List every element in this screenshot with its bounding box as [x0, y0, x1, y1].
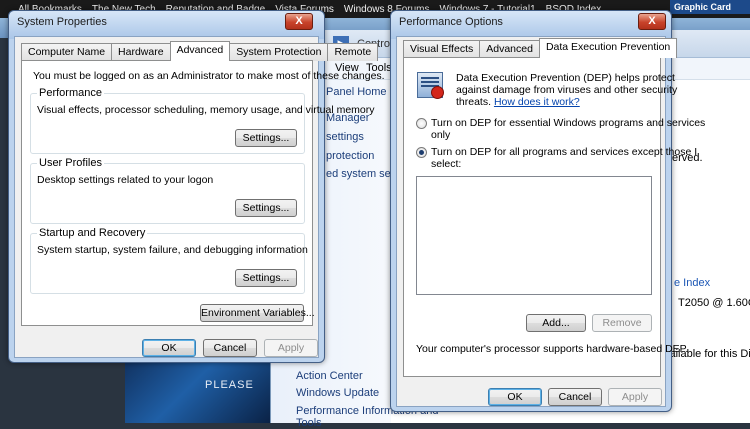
- close-icon[interactable]: X: [285, 13, 313, 30]
- tab-strip: Visual Effects Advanced Data Execution P…: [403, 38, 678, 58]
- sidebar-link-action-center[interactable]: Action Center: [296, 370, 363, 382]
- ok-button[interactable]: OK: [142, 339, 196, 357]
- how-does-it-work-link[interactable]: How does it work?: [494, 96, 580, 108]
- experience-index-link[interactable]: e Index: [674, 277, 710, 289]
- tab-computer-name[interactable]: Computer Name: [21, 43, 113, 61]
- title-bar[interactable]: Performance Options X: [391, 11, 671, 39]
- user-profiles-desc: Desktop settings related to your logon: [37, 174, 214, 186]
- tab-remote[interactable]: Remote: [327, 43, 379, 61]
- dialog-title: Performance Options: [399, 16, 503, 28]
- dep-essential-label[interactable]: Turn on DEP for essential Windows progra…: [431, 117, 705, 129]
- desktop-banner-image: PLEASE: [125, 355, 270, 423]
- cancel-button[interactable]: Cancel: [203, 339, 257, 357]
- tab-advanced[interactable]: Advanced: [169, 41, 231, 61]
- sidebar-link-system-protection[interactable]: protection: [326, 150, 374, 162]
- sidebar-link-remote-settings[interactable]: settings: [326, 131, 364, 143]
- remove-button[interactable]: Remove: [592, 314, 652, 332]
- dep-essential-radio[interactable]: [416, 118, 427, 129]
- performance-label: Performance: [37, 87, 104, 99]
- dep-all-programs-label[interactable]: select:: [431, 158, 461, 170]
- cancel-button[interactable]: Cancel: [548, 388, 602, 406]
- processor-text: T2050 @ 1.60GHz: [678, 297, 750, 309]
- startup-recovery-label: Startup and Recovery: [37, 227, 148, 239]
- system-properties-dialog: System Properties X Computer Name Hardwa…: [8, 10, 385, 363]
- ok-button[interactable]: OK: [488, 388, 542, 406]
- dep-shield-icon: [417, 72, 444, 99]
- startup-recovery-desc: System startup, system failure, and debu…: [37, 244, 308, 256]
- sidebar-link-home[interactable]: Panel Home: [326, 86, 387, 98]
- dep-exceptions-list[interactable]: [416, 176, 652, 295]
- tab-data-execution-prevention[interactable]: Data Execution Prevention: [538, 38, 678, 58]
- dep-all-programs-radio[interactable]: [416, 147, 427, 158]
- dialog-title: System Properties: [17, 16, 107, 28]
- close-icon[interactable]: X: [638, 13, 666, 30]
- dep-tab-panel: Data Execution Prevention (DEP) helps pr…: [403, 57, 705, 377]
- dep-description-end: threats.: [456, 96, 492, 108]
- advanced-tab-panel: You must be logged on as an Administrato…: [21, 60, 385, 326]
- dialog-client: Visual Effects Advanced Data Execution P…: [396, 36, 705, 407]
- dep-support-note: Your computer's processor supports hardw…: [416, 343, 689, 355]
- tab-system-protection[interactable]: System Protection: [229, 43, 329, 61]
- dep-description-line: Data Execution Prevention (DEP) helps pr…: [456, 72, 675, 84]
- admin-note: You must be logged on as an Administrato…: [33, 70, 385, 82]
- graphic-card-tab[interactable]: Graphic Card: [670, 0, 750, 14]
- add-button[interactable]: Add...: [526, 314, 586, 332]
- environment-variables-button[interactable]: Environment Variables...: [200, 304, 315, 322]
- sidebar-link-windows-update[interactable]: Windows Update: [296, 387, 379, 399]
- performance-options-dialog: Performance Options X Visual Effects Adv…: [390, 10, 705, 412]
- sidebar-link-tools[interactable]: Tools: [296, 417, 322, 429]
- user-profiles-group: User Profiles Desktop settings related t…: [30, 157, 305, 224]
- tab-strip: Computer Name Hardware Advanced System P…: [21, 41, 379, 61]
- user-profiles-settings-button[interactable]: Settings...: [235, 199, 297, 217]
- startup-recovery-group: Startup and Recovery System startup, sys…: [30, 227, 308, 294]
- user-profiles-label: User Profiles: [37, 157, 104, 169]
- tab-hardware[interactable]: Hardware: [111, 43, 171, 61]
- dep-description-line: against damage from viruses and other se…: [456, 84, 678, 96]
- tab-advanced[interactable]: Advanced: [479, 40, 540, 58]
- banner-text: PLEASE: [205, 379, 254, 391]
- performance-settings-button[interactable]: Settings...: [235, 129, 297, 147]
- title-bar[interactable]: System Properties X: [9, 11, 324, 39]
- performance-desc: Visual effects, processor scheduling, me…: [37, 104, 375, 116]
- startup-recovery-settings-button[interactable]: Settings...: [235, 269, 297, 287]
- apply-button[interactable]: Apply: [264, 339, 318, 357]
- dep-essential-label[interactable]: only: [431, 129, 450, 141]
- performance-group: Performance Visual effects, processor sc…: [30, 87, 375, 154]
- apply-button[interactable]: Apply: [608, 388, 662, 406]
- dep-all-programs-label[interactable]: Turn on DEP for all programs and service…: [431, 146, 697, 158]
- tab-visual-effects[interactable]: Visual Effects: [403, 40, 481, 58]
- dialog-client: Computer Name Hardware Advanced System P…: [14, 36, 385, 358]
- dep-description-line: threats. How does it work?: [456, 96, 580, 108]
